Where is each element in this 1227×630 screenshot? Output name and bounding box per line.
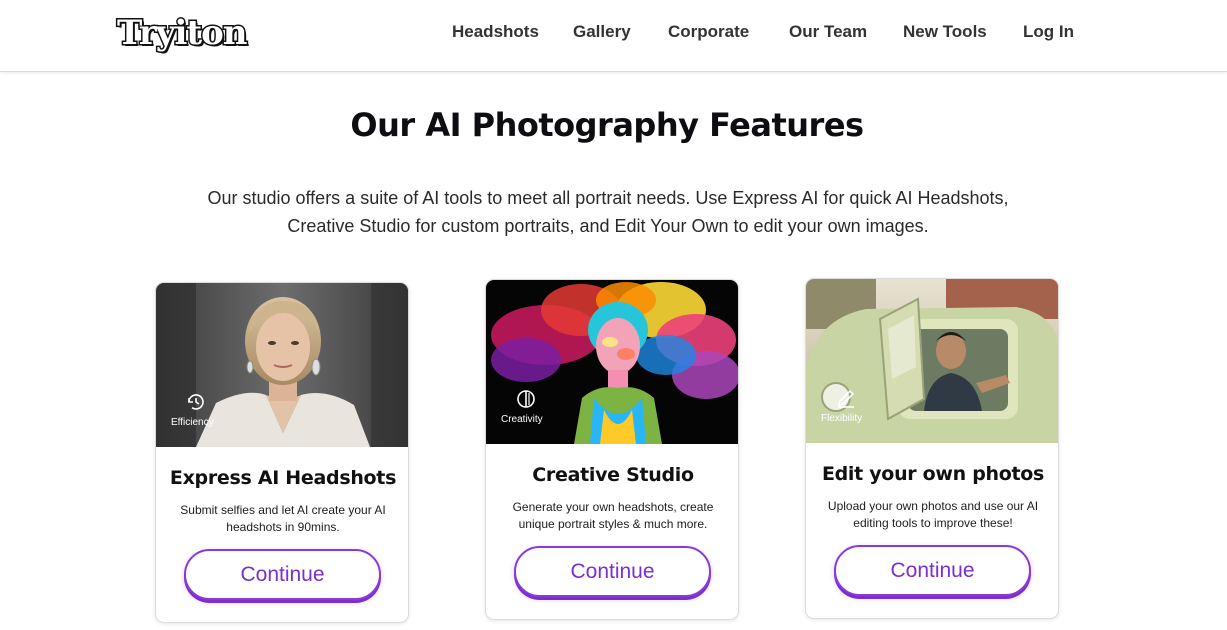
card-title: Creative Studio xyxy=(532,464,694,486)
card-description: Upload your own photos and use our AI ed… xyxy=(827,499,1039,530)
nav-item-new-tools[interactable]: New Tools xyxy=(903,22,987,42)
site-header: Tryiton Headshots Gallery Corporate Our … xyxy=(0,0,1227,72)
card-title: Express AI Headshots xyxy=(169,467,397,489)
feature-card-express: Efficiency Express AI Headshots Submit s… xyxy=(155,282,409,623)
page-title: Our AI Photography Features xyxy=(350,106,864,144)
pencil-icon xyxy=(837,389,855,408)
feature-image-edit: Flexibility xyxy=(806,279,1058,443)
page-subtitle: Our studio offers a suite of AI tools to… xyxy=(207,188,1009,236)
nav-item-gallery[interactable]: Gallery xyxy=(573,22,631,42)
feature-image-creative: Creativity xyxy=(486,280,738,444)
feature-card-creative: Creativity Creative Studio Generate your… xyxy=(485,279,739,620)
card-title: Edit your own photos xyxy=(821,463,1045,485)
card-description: Submit selfies and let AI create your AI… xyxy=(180,503,386,534)
nav-item-corporate[interactable]: Corporate xyxy=(668,22,749,42)
badge-label: Flexibility xyxy=(821,413,863,424)
badge-flexibility: Flexibility xyxy=(821,387,862,424)
continue-button-creative[interactable]: Continue xyxy=(514,546,711,597)
badge-label: Efficiency xyxy=(171,417,214,428)
half-circle-icon xyxy=(517,390,535,408)
continue-button-edit[interactable]: Continue xyxy=(834,545,1031,596)
clock-icon xyxy=(188,394,204,410)
nav-item-headshots[interactable]: Headshots xyxy=(452,22,539,42)
badge-label: Creativity xyxy=(501,414,543,425)
badge-efficiency: Efficiency xyxy=(171,391,214,428)
nav-item-our-team[interactable]: Our Team xyxy=(789,22,867,42)
nav-item-log-in[interactable]: Log In xyxy=(1023,22,1074,42)
card-description: Generate your own headshots, create uniq… xyxy=(512,500,714,531)
continue-button-express[interactable]: Continue xyxy=(184,549,381,600)
badge-creativity: Creativity xyxy=(501,388,543,425)
feature-image-express: Efficiency xyxy=(156,283,408,447)
main-nav: Headshots Gallery Corporate Our Team New… xyxy=(0,22,1227,46)
feature-card-edit: Flexibility Edit your own photos Upload … xyxy=(805,278,1059,619)
